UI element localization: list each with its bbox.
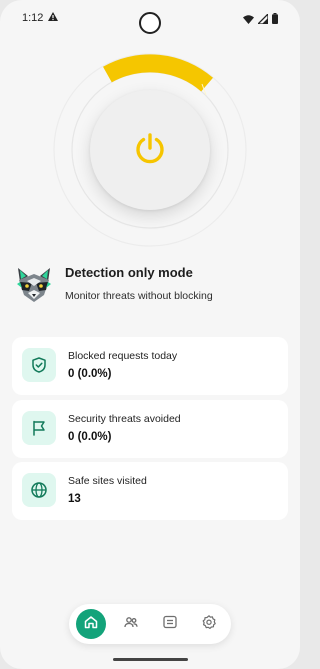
stat-card-security-threats: Security threats avoided 0 (0.0%) <box>12 400 288 458</box>
front-camera <box>139 12 161 34</box>
nav-settings[interactable] <box>194 609 224 639</box>
mode-subtitle: Monitor threats without blocking <box>65 290 213 302</box>
shield-check-icon <box>22 348 56 382</box>
mode-title: Detection only mode <box>65 265 193 280</box>
stat-label: Safe sites visited <box>68 475 147 487</box>
protection-hero <box>40 40 260 260</box>
stat-card-blocked-requests: Blocked requests today 0 (0.0%) <box>12 337 288 395</box>
status-bar: 1:12 <box>0 0 300 36</box>
stat-value: 0 (0.0%) <box>68 368 112 380</box>
home-icon <box>83 614 99 635</box>
status-time: 1:12 <box>22 12 44 24</box>
checklist-icon <box>162 614 178 635</box>
stat-value: 13 <box>68 493 81 505</box>
app-screen: 1:12 Detection only mode Monitor threats… <box>0 0 300 669</box>
stat-card-safe-sites: Safe sites visited 13 <box>12 462 288 520</box>
stat-label: Security threats avoided <box>68 413 181 425</box>
globe-icon <box>22 473 56 507</box>
stat-label: Blocked requests today <box>68 350 178 362</box>
status-right <box>243 11 278 29</box>
settings-icon <box>201 614 217 635</box>
power-button[interactable] <box>90 90 210 210</box>
alert-icon <box>48 12 59 24</box>
people-icon <box>123 614 139 635</box>
battery-icon <box>272 11 278 29</box>
power-icon <box>132 130 168 171</box>
mode-section: Detection only mode Monitor threats with… <box>14 262 286 308</box>
wifi-icon <box>243 11 254 29</box>
signal-icon <box>256 11 269 29</box>
raccoon-mascot <box>14 264 54 304</box>
status-left: 1:12 <box>22 12 59 24</box>
nav-home[interactable] <box>76 609 106 639</box>
bottom-nav <box>69 604 231 644</box>
nav-checklist[interactable] <box>155 609 185 639</box>
stat-value: 0 (0.0%) <box>68 431 112 443</box>
flag-icon <box>22 411 56 445</box>
nav-people[interactable] <box>116 609 146 639</box>
gesture-home-bar <box>113 658 188 661</box>
